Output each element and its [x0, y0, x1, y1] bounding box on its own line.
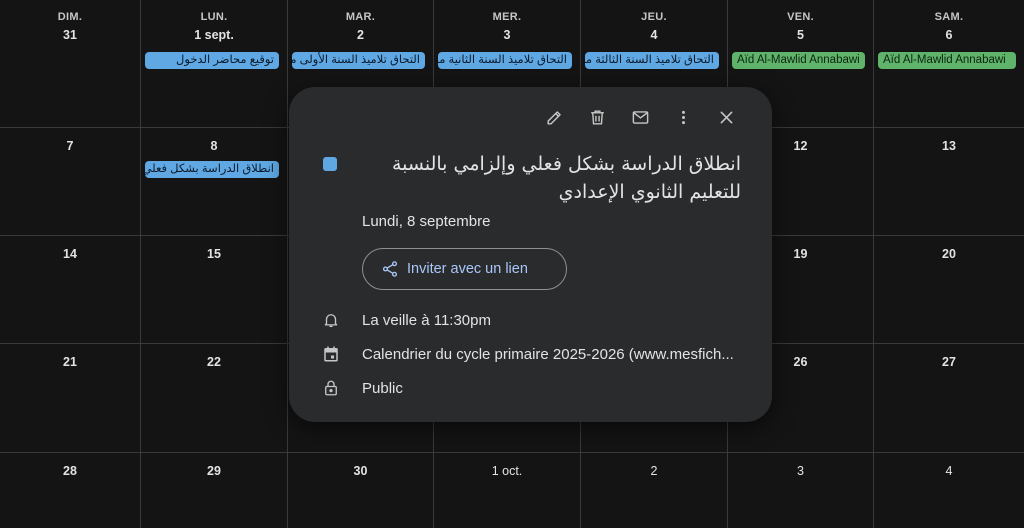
event-chip[interactable]: توقيع محاضر الدخول	[145, 52, 279, 69]
day-number[interactable]: 3	[434, 27, 580, 43]
day-number[interactable]: 4	[581, 27, 727, 43]
weekday-label: SAM.	[934, 11, 964, 23]
day-cell[interactable]: DIM. 31	[0, 0, 141, 128]
day-number[interactable]: 5	[728, 27, 873, 43]
reminder-row: La veille à 11:30pm	[319, 308, 491, 332]
calendar-icon	[319, 342, 343, 366]
day-number[interactable]: 28	[0, 463, 140, 479]
day-cell[interactable]: 14	[0, 236, 141, 344]
day-cell[interactable]: 4	[874, 453, 1024, 528]
event-date: Lundi, 8 septembre	[362, 213, 491, 230]
day-cell[interactable]: 29	[141, 453, 288, 528]
weekday-label: MAR.	[345, 11, 376, 23]
edit-icon	[547, 110, 561, 125]
bell-icon	[319, 308, 343, 332]
delete-icon	[591, 109, 604, 125]
day-cell[interactable]: 28	[0, 453, 141, 528]
day-cell[interactable]: 13	[874, 128, 1024, 236]
day-cell[interactable]: LUN. 1 sept. توقيع محاضر الدخول	[141, 0, 288, 128]
weekday-label: LUN.	[200, 11, 228, 23]
calendar-name: Calendrier du cycle primaire 2025-2026 (…	[362, 345, 734, 363]
event-chip[interactable]: التحاق تلاميذ السنة الأولى من	[292, 52, 425, 69]
day-cell[interactable]: 2	[581, 453, 728, 528]
share-icon	[382, 261, 398, 277]
day-number[interactable]: 2	[288, 27, 433, 43]
event-chip[interactable]: انطلاق الدراسة بشكل فعلي وإلزامي	[145, 161, 279, 178]
reminder-text: La veille à 11:30pm	[362, 311, 491, 329]
day-cell[interactable]: 30	[288, 453, 434, 528]
day-number[interactable]: 29	[141, 463, 287, 479]
event-chip[interactable]: التحاق تلاميذ السنة الثانية من ...	[438, 52, 572, 69]
lock-icon	[319, 376, 343, 400]
day-number[interactable]: 21	[0, 354, 140, 370]
event-chip[interactable]: Aïd Al-Mawlid Annabawi	[732, 52, 865, 69]
event-chip[interactable]: Aïd Al-Mawlid Annabawi	[878, 52, 1016, 69]
weekday-label: JEU.	[641, 11, 667, 23]
edit-button[interactable]	[533, 104, 576, 130]
day-number[interactable]: 2	[581, 463, 727, 479]
day-number[interactable]: 15	[141, 246, 287, 262]
day-number[interactable]: 3	[728, 463, 873, 479]
invite-link-button[interactable]: Inviter avec un lien	[362, 248, 567, 290]
day-number[interactable]: 4	[874, 463, 1024, 479]
delete-button[interactable]	[576, 104, 619, 130]
event-detail-popup: انطلاق الدراسة بشكل فعلي وإلزامي بالنسبة…	[289, 87, 772, 422]
day-number[interactable]: 30	[288, 463, 433, 479]
visibility-text: Public	[362, 379, 403, 397]
day-cell[interactable]: 22	[141, 344, 288, 453]
day-cell[interactable]: 7	[0, 128, 141, 236]
event-title: انطلاق الدراسة بشكل فعلي وإلزامي بالنسبة…	[391, 153, 741, 203]
day-number[interactable]: 14	[0, 246, 140, 262]
day-number[interactable]: 1 sept.	[141, 27, 287, 43]
email-icon	[632, 110, 649, 124]
day-cell[interactable]: 1 oct.	[434, 453, 581, 528]
day-number[interactable]: 20	[874, 246, 1024, 262]
event-chip[interactable]: التحاق تلاميذ السنة الثالثة من ...	[585, 52, 719, 69]
more-options-button[interactable]	[662, 104, 705, 130]
day-number[interactable]: 22	[141, 354, 287, 370]
day-number[interactable]: 6	[874, 27, 1024, 43]
weekday-label: DIM.	[57, 11, 83, 23]
more-vert-icon	[681, 110, 686, 124]
day-cell[interactable]: 27	[874, 344, 1024, 453]
weekday-label: VEN.	[787, 11, 814, 23]
day-number[interactable]: 31	[0, 27, 140, 43]
weekday-label: MER.	[492, 11, 522, 23]
day-number[interactable]: 1 oct.	[434, 463, 580, 479]
day-cell[interactable]: 21	[0, 344, 141, 453]
day-number[interactable]: 8	[141, 138, 287, 154]
popup-toolbar	[533, 104, 748, 130]
visibility-row: Public	[319, 376, 403, 400]
day-number[interactable]: 7	[0, 138, 140, 154]
day-cell[interactable]: 3	[728, 453, 874, 528]
close-icon	[720, 111, 733, 123]
event-color-indicator	[323, 157, 337, 171]
day-cell[interactable]: 20	[874, 236, 1024, 344]
day-number[interactable]: 27	[874, 354, 1024, 370]
calendar-row: Calendrier du cycle primaire 2025-2026 (…	[319, 342, 734, 366]
close-button[interactable]	[705, 104, 748, 130]
day-number[interactable]: 13	[874, 138, 1024, 154]
day-cell[interactable]: SAM. 6 Aïd Al-Mawlid Annabawi	[874, 0, 1024, 128]
day-cell[interactable]: 8 انطلاق الدراسة بشكل فعلي وإلزامي	[141, 128, 288, 236]
invite-label: Inviter avec un lien	[407, 261, 528, 277]
day-cell[interactable]: 15	[141, 236, 288, 344]
email-button[interactable]	[619, 104, 662, 130]
